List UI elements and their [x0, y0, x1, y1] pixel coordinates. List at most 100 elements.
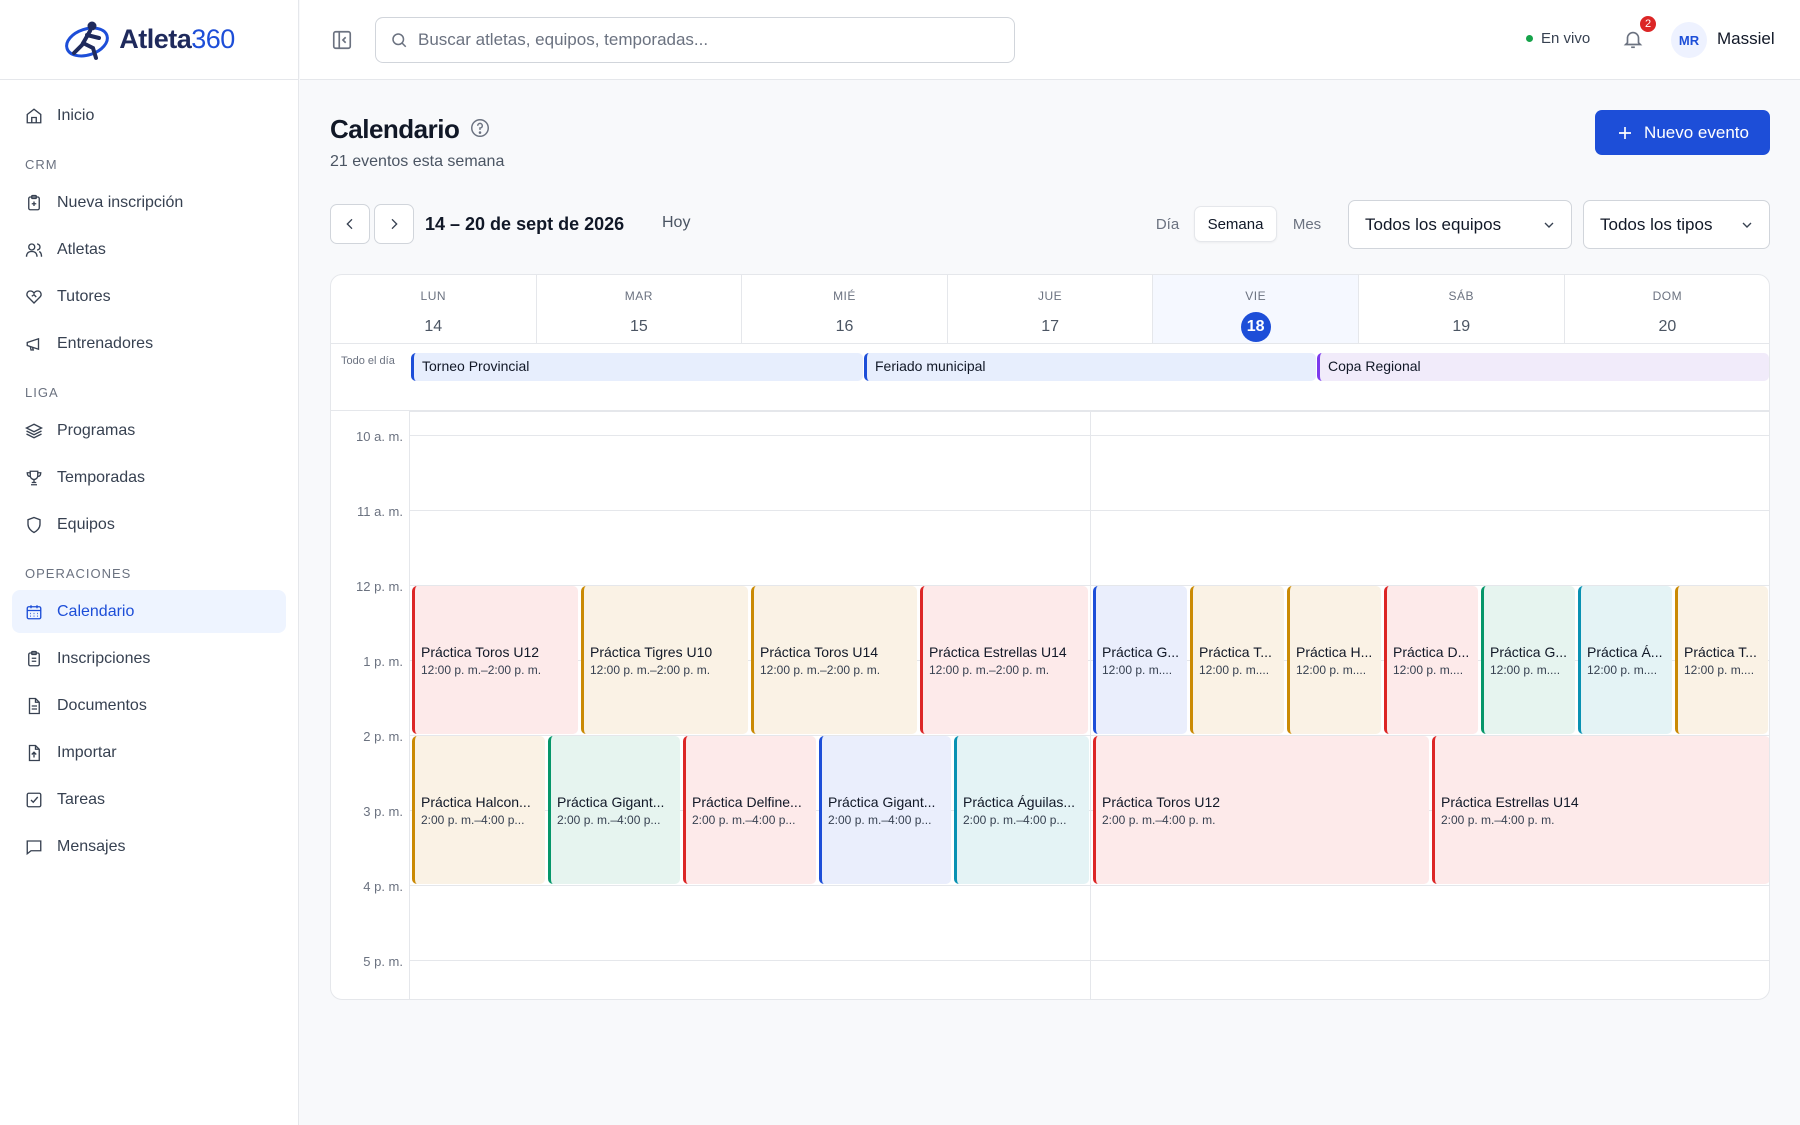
calendar-event[interactable]: Práctica D... 12:00 p. m.... [1384, 586, 1478, 734]
nav-item-mensajes[interactable]: Mensajes [12, 825, 286, 868]
event-time: 12:00 p. m.... [1490, 663, 1561, 677]
user-name[interactable]: Massiel [1717, 29, 1775, 49]
day-header-14[interactable]: LUN 14 [331, 275, 537, 344]
calendar-event[interactable]: Práctica Gigant... 2:00 p. m.–4:00 p... [819, 736, 951, 884]
event-time: 12:00 p. m.–2:00 p. m. [760, 663, 881, 677]
calendar-event[interactable]: Práctica Toros U12 2:00 p. m.–4:00 p. m. [1093, 736, 1429, 884]
day-header-20[interactable]: DOM 20 [1564, 275, 1769, 344]
team-filter-select[interactable]: Todos los equipos [1348, 200, 1572, 249]
search-box[interactable] [375, 17, 1015, 63]
event-title: Práctica Estrellas U14 [929, 644, 1067, 660]
nav-item-nueva-inscripcion[interactable]: Nueva inscripción [12, 181, 286, 224]
event-title: Práctica Gigant... [828, 794, 936, 810]
prev-week-button[interactable] [330, 204, 370, 244]
calendar-event[interactable]: Práctica H... 12:00 p. m.... [1287, 586, 1381, 734]
event-title: Práctica Halcon... [421, 794, 531, 810]
event-title: Práctica Tigres U10 [590, 644, 713, 660]
next-week-button[interactable] [374, 204, 414, 244]
day-of-week: SÁB [1448, 289, 1475, 303]
day-of-week: MAR [624, 289, 653, 303]
day-header-15[interactable]: MAR 15 [536, 275, 743, 344]
nav-item-tareas[interactable]: Tareas [12, 778, 286, 821]
nav-label: Programas [57, 421, 136, 439]
nav-section-operaciones: OPERACIONES [25, 566, 132, 581]
nav-label: Equipos [57, 515, 115, 533]
event-title: Práctica D... [1393, 644, 1470, 660]
nav-item-atletas[interactable]: Atletas [12, 228, 286, 271]
heart-handshake-icon [26, 289, 42, 304]
nav-item-documentos[interactable]: Documentos [12, 684, 286, 727]
calendar-event[interactable]: Práctica Toros U12 12:00 p. m.–2:00 p. m. [412, 586, 578, 734]
calendar-event[interactable]: Práctica Estrellas U14 12:00 p. m.–2:00 p… [920, 586, 1088, 734]
nav-item-equipos[interactable]: Equipos [12, 503, 286, 546]
main-nav: Inicio CRM Nueva inscripción Atletas Tut… [0, 80, 298, 868]
calendar-event[interactable]: Práctica G... 12:00 p. m.... [1093, 586, 1187, 734]
event-time: 12:00 p. m.... [1102, 663, 1173, 677]
event-time: 2:00 p. m.–4:00 p... [692, 813, 796, 827]
nav-item-entrenadores[interactable]: Entrenadores [12, 322, 286, 365]
event-title: Práctica Toros U12 [421, 644, 540, 660]
nav-item-calendario[interactable]: Calendario [12, 590, 286, 633]
grid-divider [1090, 411, 1091, 999]
nav-label: Mensajes [57, 837, 126, 855]
avatar[interactable]: MR [1671, 22, 1707, 58]
view-day-button[interactable]: Día [1150, 206, 1185, 242]
hour-label: 10 a. m. [356, 429, 403, 444]
event-time: 2:00 p. m.–4:00 p. m. [1441, 813, 1555, 827]
event-time: 12:00 p. m.–2:00 p. m. [929, 663, 1050, 677]
nav-item-tutores[interactable]: Tutores [12, 275, 286, 318]
search-input[interactable] [418, 30, 978, 50]
calendar-event[interactable]: Práctica Tigres U10 12:00 p. m.–2:00 p. m… [581, 586, 748, 734]
day-header-18[interactable]: VIE 18 [1153, 275, 1359, 344]
brand-logo[interactable]: Atleta360 [0, 0, 298, 80]
nav-item-importar[interactable]: Importar [12, 731, 286, 774]
event-title: Práctica Á... [1587, 644, 1663, 660]
calendar-event[interactable]: Práctica Estrellas U14 2:00 p. m.–4:00 p.… [1432, 736, 1769, 884]
calendar-event[interactable]: Práctica T... 12:00 p. m.... [1190, 586, 1284, 734]
event-title: Práctica T... [1199, 644, 1272, 660]
event-time: 12:00 p. m.... [1393, 663, 1464, 677]
event-title: Práctica G... [1102, 644, 1180, 660]
nav-label: Inicio [57, 106, 95, 124]
nav-item-inicio[interactable]: Inicio [12, 94, 286, 137]
type-filter-select[interactable]: Todos los tipos [1583, 200, 1770, 249]
calendar-event[interactable]: Práctica T... 12:00 p. m.... [1675, 586, 1768, 734]
all-day-event[interactable]: Feriado municipal [864, 353, 1316, 381]
nav-item-inscripciones[interactable]: Inscripciones [12, 637, 286, 680]
help-circle-icon[interactable] [469, 117, 491, 139]
day-number: 14 [424, 318, 443, 335]
hour-label: 5 p. m. [363, 954, 403, 969]
day-header-17[interactable]: JUE 17 [947, 275, 1154, 344]
nav-item-programas[interactable]: Programas [12, 409, 286, 452]
clipboard-plus-icon [28, 194, 40, 210]
event-title: Práctica Delfine... [692, 794, 802, 810]
calendar-event[interactable]: Práctica Delfine... 2:00 p. m.–4:00 p... [683, 736, 816, 884]
view-week-button[interactable]: Semana [1194, 206, 1277, 242]
calendar-event[interactable]: Práctica Halcon... 2:00 p. m.–4:00 p... [412, 736, 545, 884]
calendar-event[interactable]: Práctica Gigant... 2:00 p. m.–4:00 p... [548, 736, 680, 884]
day-of-week: VIE [1245, 289, 1267, 303]
layers-icon [25, 422, 43, 439]
notification-badge: 2 [1638, 14, 1658, 34]
all-day-event[interactable]: Copa Regional [1317, 353, 1769, 381]
day-header-16[interactable]: MIÉ 16 [742, 275, 948, 344]
day-of-week: DOM [1652, 289, 1683, 303]
view-month-button[interactable]: Mes [1287, 206, 1327, 242]
chevron-down-icon [1544, 222, 1554, 228]
day-header-19[interactable]: SÁB 19 [1359, 275, 1565, 344]
chevron-left-icon [346, 218, 353, 230]
event-time: 12:00 p. m.... [1684, 663, 1755, 677]
today-button[interactable]: Hoy [662, 214, 690, 232]
hour-label: 1 p. m. [363, 654, 403, 669]
calendar-event[interactable]: Práctica Á... 12:00 p. m.... [1578, 586, 1672, 734]
day-number: 16 [835, 318, 854, 335]
all-day-event[interactable]: Torneo Provincial [411, 353, 863, 381]
new-event-button[interactable]: Nuevo evento [1595, 110, 1770, 155]
calendar-event[interactable]: Práctica G... 12:00 p. m.... [1481, 586, 1575, 734]
hour-label: 11 a. m. [356, 504, 403, 519]
new-event-label: Nuevo evento [1644, 122, 1749, 142]
calendar-event[interactable]: Práctica Águilas... 2:00 p. m.–4:00 p... [954, 736, 1089, 884]
nav-item-temporadas[interactable]: Temporadas [12, 456, 286, 499]
sidebar-toggle-icon[interactable] [331, 29, 353, 51]
calendar-event[interactable]: Práctica Toros U14 12:00 p. m.–2:00 p. m. [751, 586, 917, 734]
